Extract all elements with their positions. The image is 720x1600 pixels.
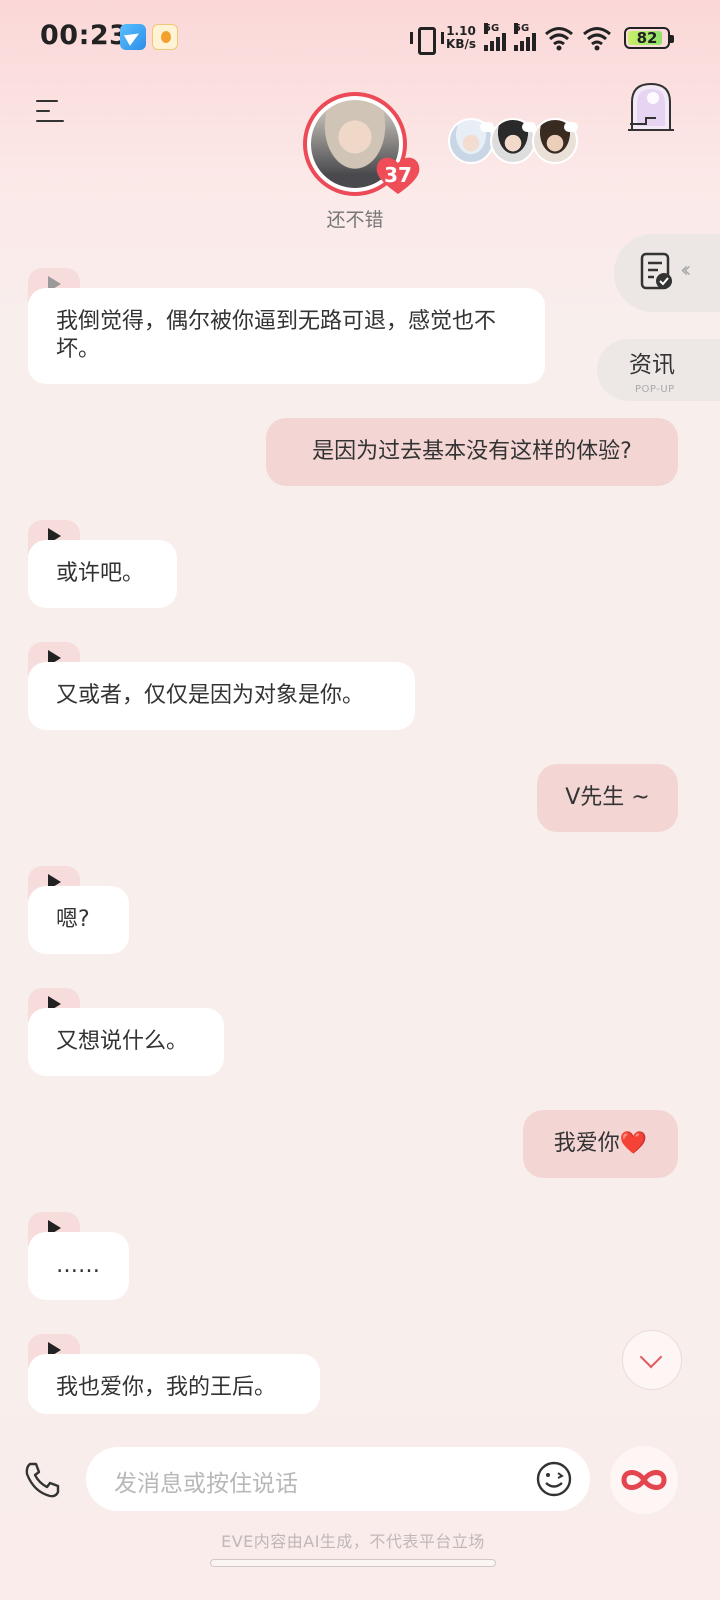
character-message: 我倒觉得，偶尔被你逼到无路可退，感觉也不坏。 <box>28 288 545 384</box>
user-message: 我爱你❤️ <box>523 1110 678 1178</box>
character-avatar-mini[interactable] <box>490 118 536 164</box>
battery-icon: 82 <box>624 27 674 49</box>
infinity-mode-button[interactable] <box>610 1446 678 1514</box>
affection-heart-badge: 37 <box>375 154 421 196</box>
character-message: 嗯? <box>28 886 129 954</box>
affection-level: 37 <box>384 163 412 187</box>
status-bar: 00:23 1.10 KB/s 5G 5G 82 <box>0 0 720 72</box>
character-message: 我也爱你，我的王后。 <box>28 1354 320 1414</box>
wifi-icon <box>545 27 573 51</box>
app-notification-icon <box>152 24 178 50</box>
infinity-icon <box>621 1470 667 1490</box>
emoji-icon[interactable] <box>536 1461 572 1497</box>
portal-door-icon[interactable] <box>626 80 676 134</box>
signal-sim1-icon: 5G <box>484 23 506 51</box>
status-icons: 1.10 KB/s 5G 5G 82 <box>410 22 674 55</box>
wifi-icon-2 <box>583 27 611 51</box>
signal-sim2-icon: 5G <box>514 23 536 51</box>
user-message: V先生 ~ <box>537 764 678 832</box>
scroll-to-bottom-button[interactable] <box>622 1330 682 1390</box>
memo-side-button[interactable]: ‹‹ <box>614 234 720 312</box>
vibrate-icon <box>410 25 445 55</box>
home-indicator[interactable] <box>210 1559 496 1567</box>
message-input-placeholder: 发消息或按住说话 <box>114 1471 298 1497</box>
menu-icon[interactable] <box>36 98 66 124</box>
ai-disclaimer: EVE内容由AI生成，不代表平台立场 <box>221 1532 485 1551</box>
network-speed: 1.10 KB/s <box>446 24 476 51</box>
news-popup-button[interactable]: 资讯 POP-UP <box>597 339 720 401</box>
character-message: 又想说什么。 <box>28 1008 224 1076</box>
telegram-notification-icon <box>120 24 146 50</box>
character-avatar-mini[interactable] <box>532 118 578 164</box>
clock: 00:23 <box>40 20 129 51</box>
character-message: 或许吧。 <box>28 540 177 608</box>
character-message: …… <box>28 1232 129 1300</box>
mood-status: 还不错 <box>326 209 384 231</box>
message-input[interactable]: 发消息或按住说话 <box>86 1447 590 1511</box>
phone-call-icon[interactable] <box>22 1460 62 1500</box>
chevron-left-icon: ‹‹ <box>680 258 691 283</box>
user-message: 是因为过去基本没有这样的体验? <box>266 418 678 486</box>
character-message: 又或者，仅仅是因为对象是你。 <box>28 662 415 730</box>
note-check-icon <box>640 252 672 290</box>
character-avatar-mini[interactable] <box>448 118 494 164</box>
